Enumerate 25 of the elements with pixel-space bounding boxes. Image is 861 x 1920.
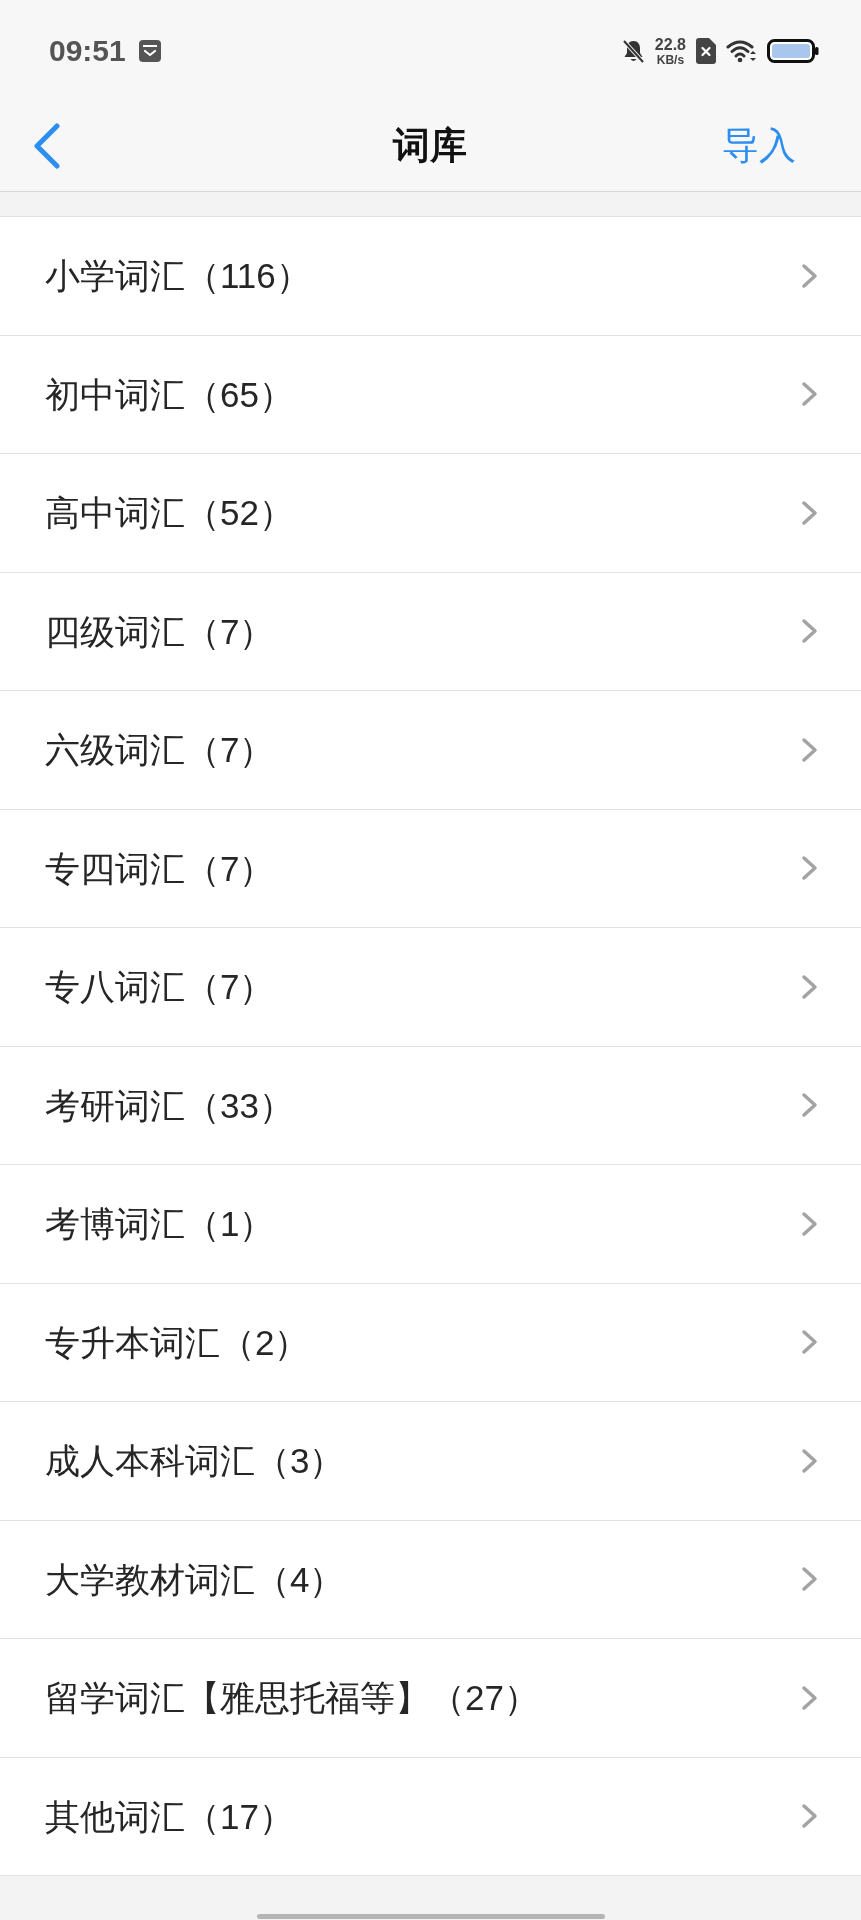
chevron-right-icon (801, 618, 819, 645)
chevron-right-icon (801, 262, 819, 289)
sim-card-icon (696, 38, 716, 64)
chevron-right-icon (801, 1803, 819, 1830)
back-icon (33, 122, 61, 169)
chevron-right-icon (801, 736, 819, 763)
chevron-right-icon (801, 855, 819, 882)
back-button[interactable] (33, 122, 61, 169)
chevron-right-icon (801, 1092, 819, 1119)
chevron-right-icon (801, 1329, 819, 1356)
network-speed-value: 22.8 (654, 36, 686, 53)
battery-icon (767, 39, 819, 63)
wifi-icon (726, 39, 757, 63)
chevron-right-icon (801, 1447, 819, 1474)
status-time: 09:51 (49, 36, 126, 66)
chevron-right-icon (801, 973, 819, 1000)
tray-icon (137, 39, 162, 63)
network-speed-unit: KB/s (656, 53, 685, 66)
chevron-right-icon (801, 1566, 819, 1593)
chevron-right-icon (801, 1210, 819, 1237)
muted-bell-icon (621, 38, 645, 64)
chevron-right-icon (801, 1684, 819, 1711)
chevron-right-icon (801, 499, 819, 526)
chevron-right-icon (801, 381, 819, 408)
page-title: 词库 (391, 127, 467, 164)
